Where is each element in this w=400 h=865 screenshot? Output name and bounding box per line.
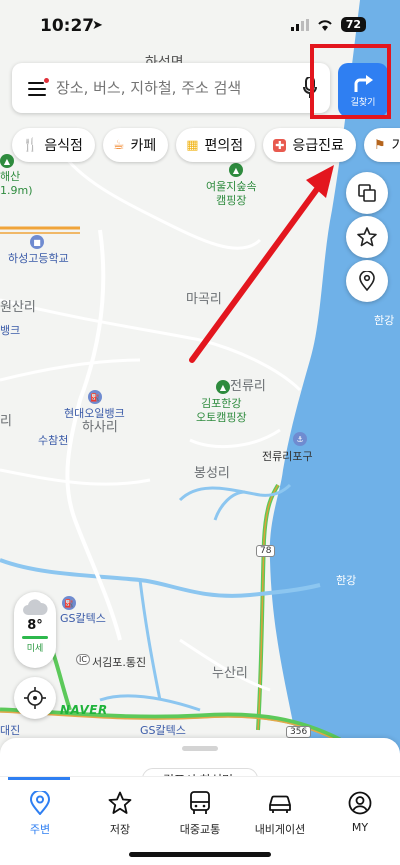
tab-label: 대중교통 xyxy=(179,823,221,836)
chip-emergency[interactable]: ✚ 응급진료 xyxy=(263,128,356,162)
tab-nearby[interactable]: 주변 xyxy=(0,791,80,837)
tab-saved[interactable]: 저장 xyxy=(80,791,160,837)
ic-badge: IC xyxy=(76,654,90,665)
port-pin-icon: ⚓ xyxy=(293,432,307,446)
fork-knife-icon: 🍴 xyxy=(22,137,39,153)
dust-level-bar xyxy=(22,636,48,639)
map-label-seogimpo: 서김포.통진 xyxy=(92,656,147,669)
weather-widget[interactable]: 8° 미세 xyxy=(14,592,56,668)
star-outline-icon xyxy=(357,227,377,247)
medical-cross-icon: ✚ xyxy=(273,138,287,152)
place-pin-button[interactable] xyxy=(346,260,388,302)
map-label-nusan: 누산리 xyxy=(212,666,248,681)
location-arrow-icon: ➤ xyxy=(92,18,103,33)
map-label-jeonryu: 전류리 xyxy=(230,379,266,394)
road-sign-356: 356 xyxy=(286,726,312,738)
road-sign-78: 78 xyxy=(256,545,276,557)
school-pin-icon: ■ xyxy=(30,235,44,249)
map-label-jeonryu-port: 전류리포구 xyxy=(262,450,313,463)
chip-restaurant[interactable]: 🍴 음식점 xyxy=(12,128,95,162)
map-label-daejin: 대진 xyxy=(0,724,21,737)
tab-label: 저장 xyxy=(109,823,131,836)
tab-label: MY xyxy=(351,821,369,834)
map-label-haesan: 해산 xyxy=(0,170,21,183)
map-label-wonsan: 원산리 xyxy=(0,300,36,315)
map-label-school: 하성고등학교 xyxy=(8,252,69,265)
map-label-haesan-distance: 1.9m) xyxy=(0,184,33,197)
crosshair-icon xyxy=(24,687,46,709)
chip-label: 카페 xyxy=(130,138,157,154)
category-chips: 🍴 음식점 ☕ 카페 ▦ 편의점 ✚ 응급진료 ⚑ 가 xyxy=(12,128,400,162)
flag-icon: ⚑ xyxy=(373,137,386,153)
chip-cafe[interactable]: ☕ 카페 xyxy=(102,128,169,162)
star-icon xyxy=(108,791,132,814)
forest-camp-pin-icon: ▲ xyxy=(229,163,243,177)
signal-icon xyxy=(290,18,309,31)
map-label-bank-left: 뱅크 xyxy=(0,324,21,337)
location-pin-icon xyxy=(30,791,50,815)
menu-icon[interactable] xyxy=(12,63,56,113)
chip-label: 음식점 xyxy=(44,138,83,154)
tab-transit[interactable]: 대중교통 xyxy=(160,791,240,837)
battery-indicator: 72 xyxy=(340,17,366,32)
chip-label: 편의점 xyxy=(204,138,244,154)
tab-label: 내비게이션 xyxy=(254,823,306,836)
annotation-highlight-box xyxy=(310,44,391,119)
map-label-bongseong: 봉성리 xyxy=(194,466,230,481)
map-screen: 하성면 ▲ 해산 1.9m) ▲ 여울지숲속 캠핑장 ■ 하성고등학교 원산리 … xyxy=(0,0,400,865)
map-label-forest-camp: 여울지숲속 캠핑장 xyxy=(206,180,257,207)
chip-label: 응급진료 xyxy=(292,138,344,154)
bus-icon xyxy=(190,791,210,814)
map-pin-icon xyxy=(359,271,375,291)
search-bar[interactable] xyxy=(12,63,330,113)
chip-more[interactable]: ⚑ 가 xyxy=(363,128,400,162)
naver-logo: NAVER xyxy=(60,703,108,717)
map-label-gimpo-camp: 김포한강 오토캠핑장 xyxy=(196,397,247,424)
map-label-ri-left: 리 xyxy=(0,414,12,429)
current-location-button[interactable] xyxy=(14,677,56,719)
chip-convenience-store[interactable]: ▦ 편의점 xyxy=(176,128,256,162)
tab-label: 주변 xyxy=(29,823,51,836)
favorites-button[interactable] xyxy=(346,216,388,258)
gimpo-camp-pin-icon: ▲ xyxy=(216,380,230,394)
profile-icon xyxy=(348,791,372,815)
wifi-icon xyxy=(317,19,332,31)
status-time: 10:27 xyxy=(40,16,95,36)
weather-dust-label: 미세 xyxy=(26,644,44,654)
map-label-magok: 마곡리 xyxy=(186,292,222,307)
tab-my[interactable]: MY xyxy=(320,791,400,834)
map-label-river-1: 한강 xyxy=(374,314,395,327)
map-label-sucham: 수참천 xyxy=(38,434,69,447)
coffee-icon: ☕ xyxy=(112,137,125,153)
map-label-gs-caltex-2: GS칼텍스 xyxy=(140,724,186,737)
sheet-drag-handle[interactable] xyxy=(182,746,218,751)
car-icon xyxy=(269,795,291,813)
tab-navigation[interactable]: 내비게이션 xyxy=(240,791,320,837)
store-icon: ▦ xyxy=(186,137,199,153)
cloud-icon xyxy=(23,599,48,615)
status-icons: 72 xyxy=(290,17,366,32)
gs-gas-pin-icon: ⛽ xyxy=(62,596,76,610)
layers-icon xyxy=(358,184,376,202)
active-tab-indicator xyxy=(8,777,70,780)
home-indicator xyxy=(129,852,271,857)
gas-station-pin-icon: ⛽ xyxy=(88,390,102,404)
weather-temp: 8° xyxy=(27,618,43,633)
layers-button[interactable] xyxy=(346,172,388,214)
search-input[interactable] xyxy=(56,79,290,97)
map-label-gs-caltex-1: GS칼텍스 xyxy=(60,612,106,625)
map-label-river-2: 한강 xyxy=(336,574,357,587)
chip-label: 가 xyxy=(391,138,400,154)
notification-dot xyxy=(44,78,49,83)
map-label-hasa: 하사리 xyxy=(82,420,118,435)
